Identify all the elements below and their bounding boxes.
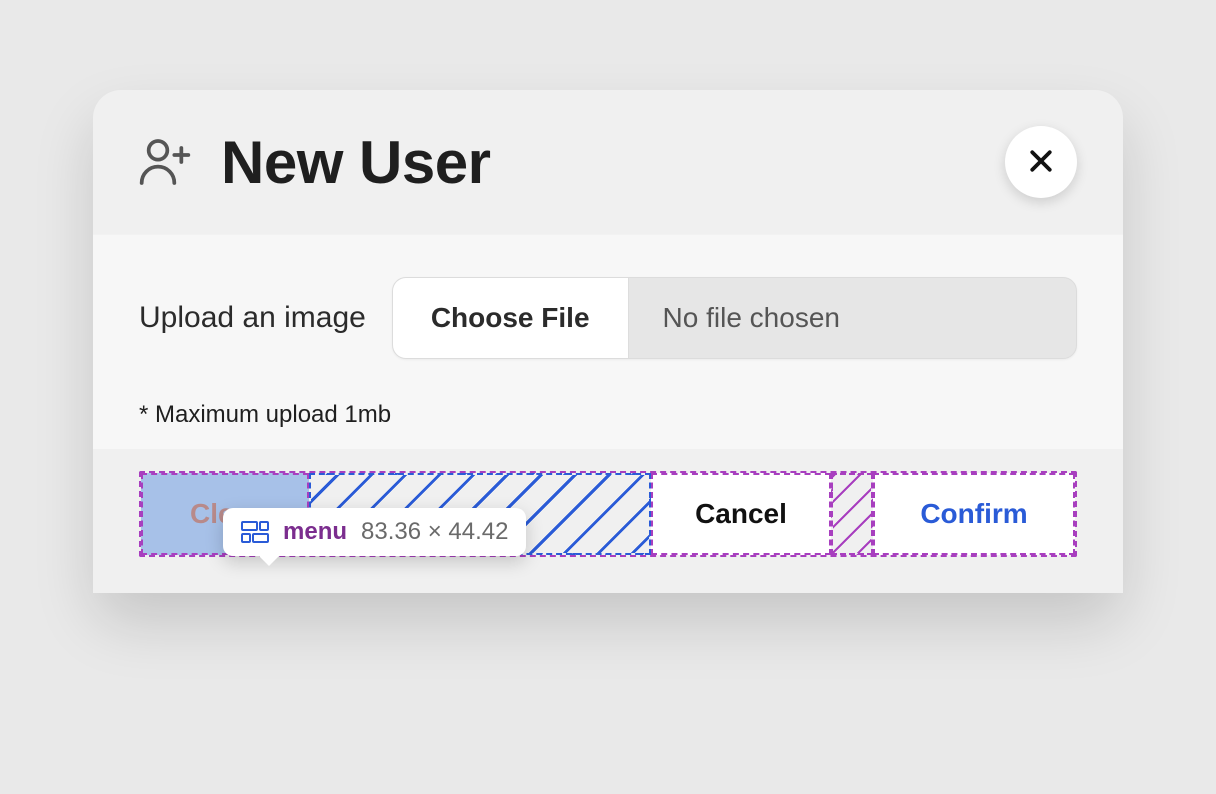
close-button[interactable] <box>1005 126 1077 198</box>
dialog-body: Upload an image Choose File No file chos… <box>93 234 1123 449</box>
file-input-widget: Choose File No file chosen <box>392 277 1077 359</box>
cancel-button[interactable]: Cancel <box>651 473 831 555</box>
flex-gap-region <box>831 473 873 555</box>
upload-hint: * Maximum upload 1mb <box>139 401 1077 429</box>
flex-layout-icon <box>241 521 269 543</box>
confirm-button[interactable]: Confirm <box>873 473 1075 555</box>
close-icon <box>1026 146 1056 179</box>
inspect-element-dimensions: 83.36 × 44.42 <box>361 518 508 546</box>
inspect-element-tag: menu <box>283 518 347 546</box>
devtools-inspect-tooltip: menu 83.36 × 44.42 <box>223 508 526 556</box>
dialog-title: New User <box>221 128 490 197</box>
upload-label: Upload an image <box>139 301 366 335</box>
upload-row: Upload an image Choose File No file chos… <box>139 277 1077 359</box>
new-user-dialog: New User Upload an image Choose File No … <box>93 90 1123 593</box>
user-plus-icon <box>135 132 195 192</box>
file-status-text: No file chosen <box>629 278 1076 358</box>
choose-file-button[interactable]: Choose File <box>393 278 629 358</box>
dialog-header: New User <box>93 90 1123 234</box>
